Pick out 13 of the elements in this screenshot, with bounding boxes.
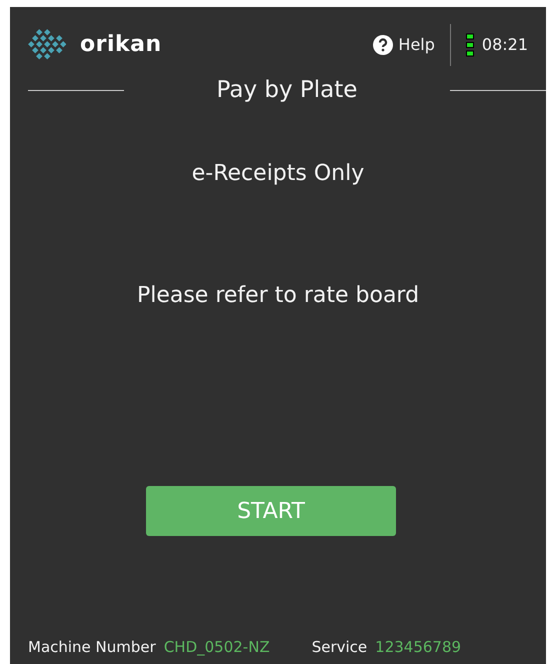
screen-title: Pay by Plate bbox=[216, 77, 358, 103]
clock-time: 08:21 bbox=[482, 35, 528, 54]
logo-icon bbox=[28, 28, 66, 60]
help-button[interactable]: Help bbox=[373, 34, 435, 54]
message-text: Please refer to rate board bbox=[136, 283, 420, 308]
machine-number-label: Machine Number bbox=[28, 638, 156, 656]
machine-number-value: CHD_0502-NZ bbox=[164, 638, 270, 656]
message-text: e-Receipts Only bbox=[190, 161, 366, 186]
help-icon bbox=[373, 34, 394, 54]
status-bars-icon bbox=[466, 32, 474, 56]
logo-text: orikan bbox=[80, 32, 162, 57]
service-label: Service bbox=[312, 638, 368, 656]
service-number-value: 123456789 bbox=[375, 638, 462, 656]
